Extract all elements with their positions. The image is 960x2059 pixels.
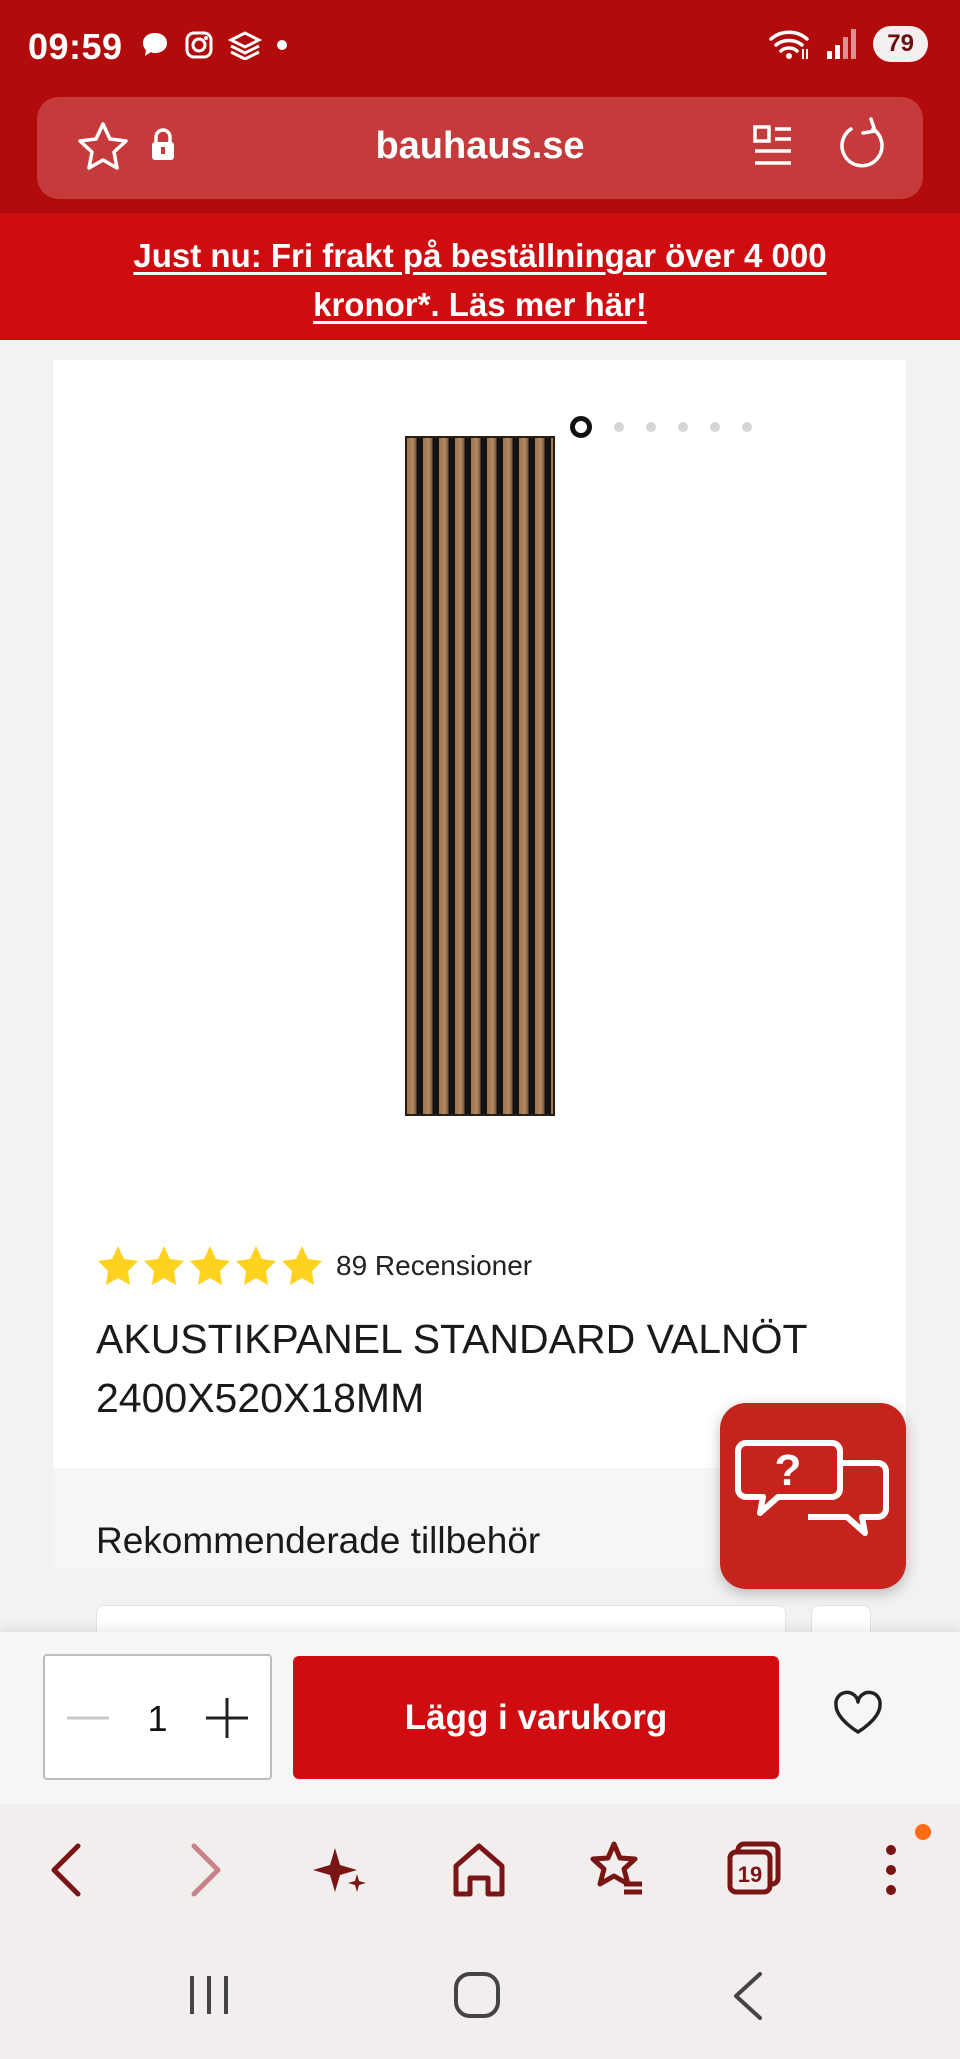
sparkle-icon[interactable] xyxy=(313,1840,369,1900)
rating-stars xyxy=(96,1244,324,1288)
clock: 09:59 xyxy=(28,26,123,67)
instagram-icon xyxy=(185,31,213,59)
carousel-dot[interactable] xyxy=(570,416,592,438)
product-title-line2: 2400X520X18MM xyxy=(96,1375,425,1421)
forward-icon[interactable] xyxy=(186,1840,226,1900)
system-back-icon[interactable] xyxy=(730,1970,766,2022)
add-to-cart-button[interactable]: Lägg i varukorg xyxy=(293,1656,779,1779)
carousel-dot[interactable] xyxy=(614,422,624,432)
product-card: 89 Recensioner AKUSTIKPANEL STANDARD VAL… xyxy=(53,360,906,1685)
status-bar: 09:59 79 xyxy=(0,0,960,95)
notification-icons xyxy=(140,30,288,60)
reload-icon[interactable] xyxy=(835,115,889,175)
review-count[interactable]: 89 Recensioner xyxy=(336,1250,532,1282)
reader-icon[interactable] xyxy=(751,121,795,171)
star-rating-icon xyxy=(144,1246,184,1285)
home-icon[interactable] xyxy=(450,1840,508,1900)
app-icon xyxy=(228,31,262,60)
star-rating-icon xyxy=(236,1246,276,1285)
browser-toolbar: bauhaus.se xyxy=(0,95,960,213)
plus-icon[interactable] xyxy=(202,1696,252,1740)
address-bar[interactable]: bauhaus.se xyxy=(37,97,923,199)
promo-link[interactable]: Just nu: Fri frakt på beställningar över… xyxy=(133,237,826,323)
tab-count: 19 xyxy=(738,1862,762,1887)
carousel-dot[interactable] xyxy=(710,422,720,432)
dot-icon xyxy=(277,40,287,50)
star-rating-icon xyxy=(282,1246,322,1285)
purchase-bar: 1 Lägg i varukorg xyxy=(0,1632,960,1804)
chat-help-icon: ? xyxy=(735,1440,889,1536)
promo-banner: Just nu: Fri frakt på beställningar över… xyxy=(0,213,960,340)
recommended-heading: Rekommenderade tillbehör xyxy=(96,1520,541,1561)
product-image[interactable] xyxy=(405,436,555,1116)
carousel-dot[interactable] xyxy=(646,422,656,432)
customer-chat-button[interactable]: ? xyxy=(720,1403,906,1589)
browser-nav-bar: 19 xyxy=(0,1804,960,1934)
back-icon[interactable] xyxy=(46,1840,86,1900)
signal-icon xyxy=(827,29,857,59)
carousel-dot[interactable] xyxy=(678,422,688,432)
promo-line1: Just nu: Fri frakt på beställningar över… xyxy=(133,237,827,274)
carousel-dot[interactable] xyxy=(742,422,752,432)
star-rating-icon xyxy=(190,1246,230,1285)
quantity-stepper: 1 xyxy=(43,1654,272,1780)
battery-icon: 79 xyxy=(873,26,928,62)
wifi-icon xyxy=(769,30,810,59)
bookmarks-icon[interactable] xyxy=(586,1840,646,1900)
chat-bubble-icon xyxy=(143,33,167,56)
promo-line2: kronor*. Läs mer här! xyxy=(313,286,647,323)
system-nav-bar xyxy=(0,1934,960,2059)
tabs-icon[interactable]: 19 xyxy=(726,1840,782,1901)
product-title-line1: AKUSTIKPANEL STANDARD VALNÖT xyxy=(96,1316,808,1362)
notification-dot xyxy=(915,1824,931,1840)
home-button-icon[interactable] xyxy=(452,1970,504,2022)
star-rating-icon xyxy=(98,1246,138,1285)
product-rating[interactable]: 89 Recensioner xyxy=(96,1244,532,1288)
recent-apps-icon[interactable] xyxy=(186,1970,232,2020)
image-carousel-dots xyxy=(570,416,752,438)
heart-icon[interactable] xyxy=(832,1690,884,1736)
svg-text:?: ? xyxy=(775,1446,802,1495)
menu-icon[interactable] xyxy=(876,1840,906,1900)
system-icons: 79 xyxy=(767,26,928,62)
